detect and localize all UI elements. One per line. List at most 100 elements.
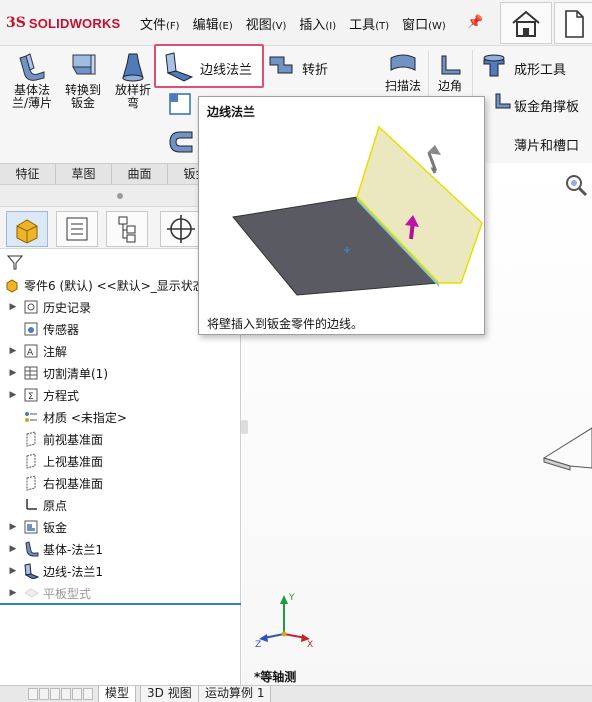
tree-item[interactable]: ▶ A 注解 xyxy=(0,340,241,362)
svg-text:A: A xyxy=(27,348,34,358)
tab-property-manager[interactable] xyxy=(56,211,98,247)
expand-arrow-icon[interactable]: ▶ xyxy=(8,390,18,400)
swept-flange-button[interactable]: 扫描法 xyxy=(380,52,426,93)
cutlist-icon xyxy=(24,366,38,380)
expand-arrow-icon[interactable]: ▶ xyxy=(8,588,18,598)
tree-root-label: 零件6 (默认) <<默认>_显示状态 xyxy=(24,278,205,293)
menu-view[interactable]: 视图(V) xyxy=(246,14,287,33)
jog-icon[interactable] xyxy=(266,51,296,81)
swept-flange-icon xyxy=(390,54,416,71)
flat-pattern-icon xyxy=(24,588,39,598)
tree-item[interactable]: ▶ 平板型式 xyxy=(0,582,241,604)
tree-item-label: 钣金 xyxy=(43,520,68,535)
base-flange-button[interactable]: 基体法 兰/薄片 xyxy=(6,52,58,110)
expand-arrow-icon[interactable]: ▶ xyxy=(8,302,18,312)
tooltip-description: 将壁插入到钣金零件的边线。 xyxy=(207,317,364,331)
home-icon xyxy=(512,10,540,37)
swept-flange-label: 扫描法 xyxy=(384,79,421,93)
property-manager-icon xyxy=(66,217,88,241)
feature-manager-icon xyxy=(16,219,38,244)
tree-item-label: 平板型式 xyxy=(43,586,92,601)
tree-item[interactable]: 材质 <未指定> xyxy=(0,406,241,428)
annotation-icon: A xyxy=(24,344,38,358)
panel-splitter-handle[interactable] xyxy=(241,420,248,434)
lofted-bend-label: 放样折 弯 xyxy=(114,83,151,110)
tree-item[interactable]: ▶ 基体-法兰1 xyxy=(0,538,241,560)
sensor-icon xyxy=(24,322,38,336)
title-bar: 3S SOLIDWORKS 文件(F) 编辑(E) 视图(V) 插入(I) 工具… xyxy=(0,0,592,46)
sheet-metal-gusset-icon[interactable] xyxy=(494,92,512,110)
filter-icon[interactable] xyxy=(6,253,24,271)
tree-item[interactable]: 上视基准面 xyxy=(0,450,241,472)
tree-item-label: 前视基准面 xyxy=(43,432,104,447)
forming-tool-label[interactable]: 成形工具 xyxy=(514,59,566,78)
convert-to-sheet-metal-button[interactable]: 转换到 钣金 xyxy=(60,52,106,110)
tab-dimxpert-manager[interactable] xyxy=(160,211,202,247)
tab-features[interactable]: 特征 xyxy=(0,164,56,184)
part-icon xyxy=(6,279,18,293)
new-document-button[interactable] xyxy=(554,2,592,44)
triad-y-label: Y xyxy=(288,593,295,603)
expand-arrow-icon[interactable]: ▶ xyxy=(8,566,18,576)
corner-icon xyxy=(441,55,461,75)
tree-item-label: 基体-法兰1 xyxy=(43,542,103,557)
tree-item[interactable]: ▶ 钣金 xyxy=(0,516,241,538)
sheet-metal-model[interactable] xyxy=(540,418,592,488)
equation-icon: Σ xyxy=(24,388,38,402)
menu-window[interactable]: 窗口(W) xyxy=(402,14,446,33)
tab-scroll-buttons[interactable] xyxy=(28,688,94,700)
menu-tools[interactable]: 工具(T) xyxy=(349,14,389,33)
tree-item[interactable]: 右视基准面 xyxy=(0,472,241,494)
tree-item-label: 方程式 xyxy=(43,388,80,403)
tab-feature-manager[interactable] xyxy=(6,211,48,247)
hem-icon[interactable] xyxy=(166,128,194,154)
expand-arrow-icon[interactable]: ▶ xyxy=(8,346,18,356)
tab-model[interactable]: 模型 xyxy=(98,686,137,702)
extruded-cut-icon[interactable] xyxy=(166,92,194,118)
history-icon xyxy=(24,300,38,314)
tab-configuration-manager[interactable] xyxy=(106,211,148,247)
expand-arrow-icon[interactable]: ▶ xyxy=(8,522,18,532)
corner-button[interactable]: 边角 xyxy=(432,52,468,93)
base-flange-label: 基体法 兰/薄片 xyxy=(11,83,53,110)
convert-sheet-metal-icon xyxy=(72,54,96,75)
tree-item-label: 边线-法兰1 xyxy=(43,564,103,579)
sheet-metal-gusset-label[interactable]: 钣金角撑板 xyxy=(514,96,579,115)
tree-item-label: 右视基准面 xyxy=(43,476,104,491)
tree-items: ▶ 历史记录 传感器 ▶ A 注解 ▶ 切割清单(1) ▶ Σ 方程式 材质 <未指定> 前视基准面 上视… xyxy=(0,296,241,604)
tree-item[interactable]: ▶ Σ 方程式 xyxy=(0,384,241,406)
tree-item-label: 传感器 xyxy=(43,322,80,337)
jog-label[interactable]: 转折 xyxy=(302,59,328,78)
menu-edit[interactable]: 编辑(E) xyxy=(193,14,233,33)
tooltip-title: 边线法兰 xyxy=(207,105,256,119)
zoom-to-fit-icon[interactable] xyxy=(564,173,590,199)
tree-item[interactable]: ▶ 边线-法兰1 xyxy=(0,560,241,582)
forming-tool-icon[interactable] xyxy=(480,52,508,78)
tree-item[interactable]: 前视基准面 xyxy=(0,428,241,450)
grip-dot xyxy=(117,193,123,199)
solidworks-logo[interactable]: 3S SOLIDWORKS xyxy=(6,13,120,33)
command-tooltip: 边线法兰 将壁插入到钣金零件的边线。 xyxy=(198,96,485,335)
expand-arrow-icon[interactable]: ▶ xyxy=(8,368,18,378)
tab-surfaces[interactable]: 曲面 xyxy=(112,164,168,184)
menu-insert[interactable]: 插入(I) xyxy=(299,14,336,33)
svg-text:Σ: Σ xyxy=(28,392,34,402)
tree-item[interactable]: 原点 xyxy=(0,494,241,516)
menu-file[interactable]: 文件(F) xyxy=(140,14,180,33)
edge-flange-preview-image xyxy=(232,125,483,296)
tree-item-label: 材质 <未指定> xyxy=(43,410,127,425)
home-button[interactable] xyxy=(500,2,552,44)
base-flange-icon xyxy=(25,541,39,557)
tree-item[interactable]: ▶ 切割清单(1) xyxy=(0,362,241,384)
lofted-bend-button[interactable]: 放样折 弯 xyxy=(110,52,156,110)
rollback-bar[interactable] xyxy=(0,603,241,605)
tab-3d-views[interactable]: 3D 视图 xyxy=(140,686,199,702)
tab-and-slot-label[interactable]: 薄片和槽口 xyxy=(514,135,579,154)
tab-sketch[interactable]: 草图 xyxy=(56,164,112,184)
edge-flange-icon xyxy=(24,563,39,579)
tab-motion-study[interactable]: 运动算例 1 xyxy=(198,686,272,702)
triad-x-label: X xyxy=(307,640,313,650)
corner-label: 边角 xyxy=(437,79,462,93)
expand-arrow-icon[interactable]: ▶ xyxy=(8,544,18,554)
pin-icon[interactable]: 📌 xyxy=(467,15,483,30)
